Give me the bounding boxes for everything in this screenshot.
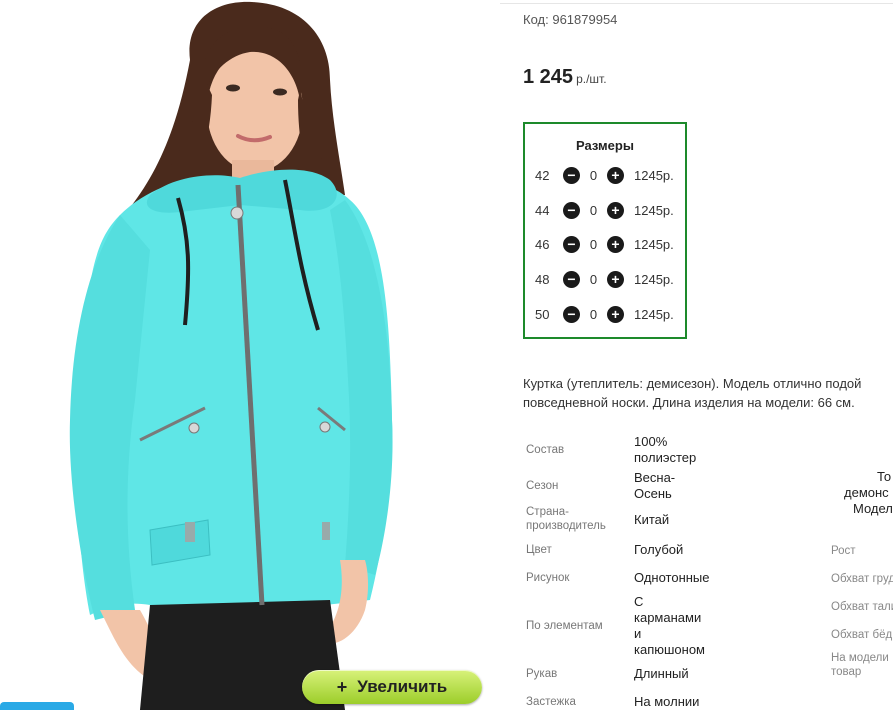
size-row: 44 − 0 + 1245р.: [535, 200, 674, 220]
model-param-label: Обхват бёд: [831, 629, 893, 641]
quantity-value[interactable]: 0: [580, 272, 607, 287]
model-info-line: То: [877, 469, 892, 484]
plus-icon[interactable]: +: [607, 235, 624, 253]
product-photo[interactable]: + Увеличить: [0, 0, 500, 710]
size-value: 46: [535, 236, 550, 252]
product-info: Код: 961879954 1 245 р./шт. Размеры 42 − …: [523, 0, 893, 710]
property-value-line: карманами: [634, 610, 702, 625]
minus-icon[interactable]: −: [563, 166, 580, 184]
size-value: 42: [535, 167, 550, 183]
property-value: Однотонные: [634, 570, 710, 585]
product-code: Код: 961879954: [523, 12, 617, 27]
property-label: Сезон: [526, 480, 559, 492]
size-row: 46 − 0 + 1245р.: [535, 234, 674, 254]
model-param-label: На модели: [831, 652, 889, 664]
quantity-value[interactable]: 0: [580, 307, 607, 322]
property-value: С карманами и капюшоном: [634, 594, 705, 658]
property-value-line: полиэстер: [634, 450, 697, 465]
product-price: 1 245 р./шт.: [523, 66, 607, 89]
property-label: Рукав: [526, 668, 558, 680]
size-price: 1245р.: [634, 167, 674, 183]
size-price: 1245р.: [634, 306, 674, 322]
size-value: 50: [535, 306, 550, 322]
size-value: 48: [535, 271, 550, 287]
description-line: повседневной носки. Длина изделия на мод…: [523, 395, 855, 410]
price-unit: р./шт.: [576, 72, 607, 86]
zoom-button[interactable]: + Увеличить: [302, 670, 482, 704]
property-label-line: производитель: [526, 520, 606, 532]
zoom-button-label: Увеличить: [357, 677, 448, 696]
property-value-line: капюшоном: [634, 642, 705, 657]
property-value: Голубой: [634, 542, 684, 557]
plus-icon: +: [336, 676, 348, 697]
property-value-line: Весна-: [634, 470, 676, 485]
property-label: По элементам: [526, 620, 603, 632]
property-value: Весна- Осень: [634, 470, 675, 502]
minus-icon[interactable]: −: [563, 201, 580, 219]
product-description: Куртка (утеплитель: демисезон). Модель о…: [523, 374, 893, 412]
size-value: 44: [535, 202, 550, 218]
plus-icon[interactable]: +: [607, 166, 624, 184]
model-param-label: Рост: [831, 545, 856, 557]
quantity-value[interactable]: 0: [580, 203, 607, 218]
minus-icon[interactable]: −: [563, 270, 580, 288]
model-param-label: Обхват груд: [831, 573, 893, 585]
size-row: 48 − 0 + 1245р.: [535, 269, 674, 289]
property-value: Китай: [634, 512, 670, 527]
model-info-line: демонс: [844, 485, 889, 500]
plus-icon[interactable]: +: [607, 201, 624, 219]
size-price: 1245р.: [634, 202, 674, 218]
product-image: [69, 1, 393, 710]
minus-icon[interactable]: −: [563, 305, 580, 323]
property-label: Состав: [526, 444, 565, 456]
property-value-line: Осень: [634, 486, 672, 501]
property-label: Страна- производитель: [526, 505, 606, 533]
sizes-title: Размеры: [576, 138, 634, 153]
product-code-label: Код:: [523, 12, 549, 27]
property-value-line: и: [634, 626, 642, 641]
size-price: 1245р.: [634, 271, 674, 287]
model-info-line: Модел: [853, 501, 893, 516]
property-value: На молнии: [634, 694, 700, 709]
size-row: 50 − 0 + 1245р.: [535, 304, 674, 324]
plus-icon[interactable]: +: [607, 305, 624, 323]
plus-icon[interactable]: +: [607, 270, 624, 288]
property-label: Рисунок: [526, 572, 570, 584]
product-code-value: 961879954: [552, 12, 618, 27]
size-price: 1245р.: [634, 236, 674, 252]
sizes-panel: Размеры 42 − 0 + 1245р. 44 − 0 + 1245р. …: [523, 122, 687, 339]
quantity-value[interactable]: 0: [580, 237, 607, 252]
quantity-value[interactable]: 0: [580, 168, 607, 183]
corner-tab[interactable]: [0, 702, 74, 710]
model-param-label: Обхват тали: [831, 601, 893, 613]
size-row: 42 − 0 + 1245р.: [535, 165, 674, 185]
model-param-label: товар: [831, 666, 862, 678]
price-amount: 1 245: [523, 66, 574, 88]
property-value-line: 100%: [634, 434, 668, 449]
property-value-line: С: [634, 594, 644, 609]
minus-icon[interactable]: −: [563, 235, 580, 253]
property-label: Застежка: [526, 696, 576, 708]
property-value: 100% полиэстер: [634, 434, 696, 466]
property-value: Длинный: [634, 666, 689, 681]
description-line: Куртка (утеплитель: демисезон). Модель о…: [523, 376, 862, 391]
property-label: Цвет: [526, 544, 552, 556]
property-label-line: Страна-: [526, 506, 569, 518]
